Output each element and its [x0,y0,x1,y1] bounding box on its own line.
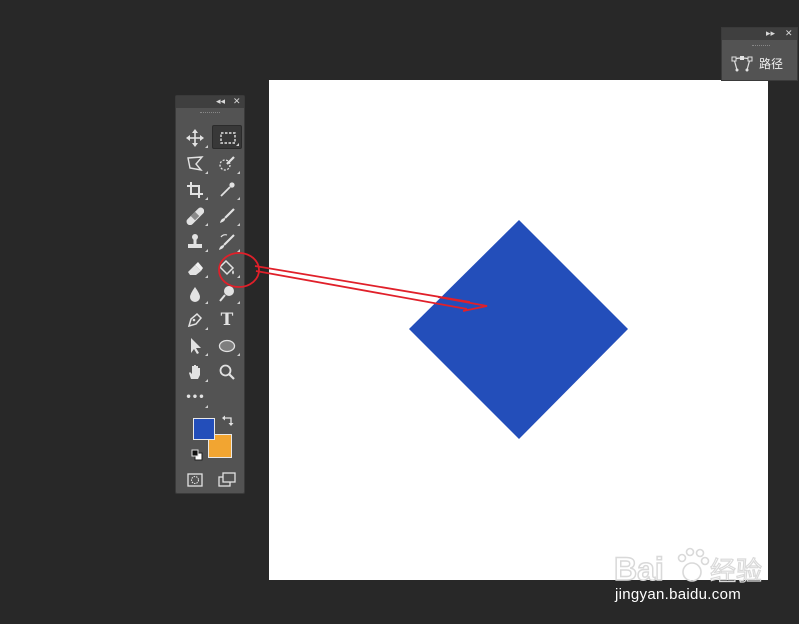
annotation-overlay [218,252,488,312]
baidu-jingyan-watermark: Bai 经验 jingyan.baidu.com [590,536,795,612]
watermark-url: jingyan.baidu.com [615,586,742,603]
svg-text:经验: 经验 [710,557,762,587]
svg-text:Bai: Bai [614,551,664,587]
highlight-circle [218,252,260,288]
annotation-arrow [254,265,471,310]
baidu-logo: Bai 经验 [614,547,763,588]
